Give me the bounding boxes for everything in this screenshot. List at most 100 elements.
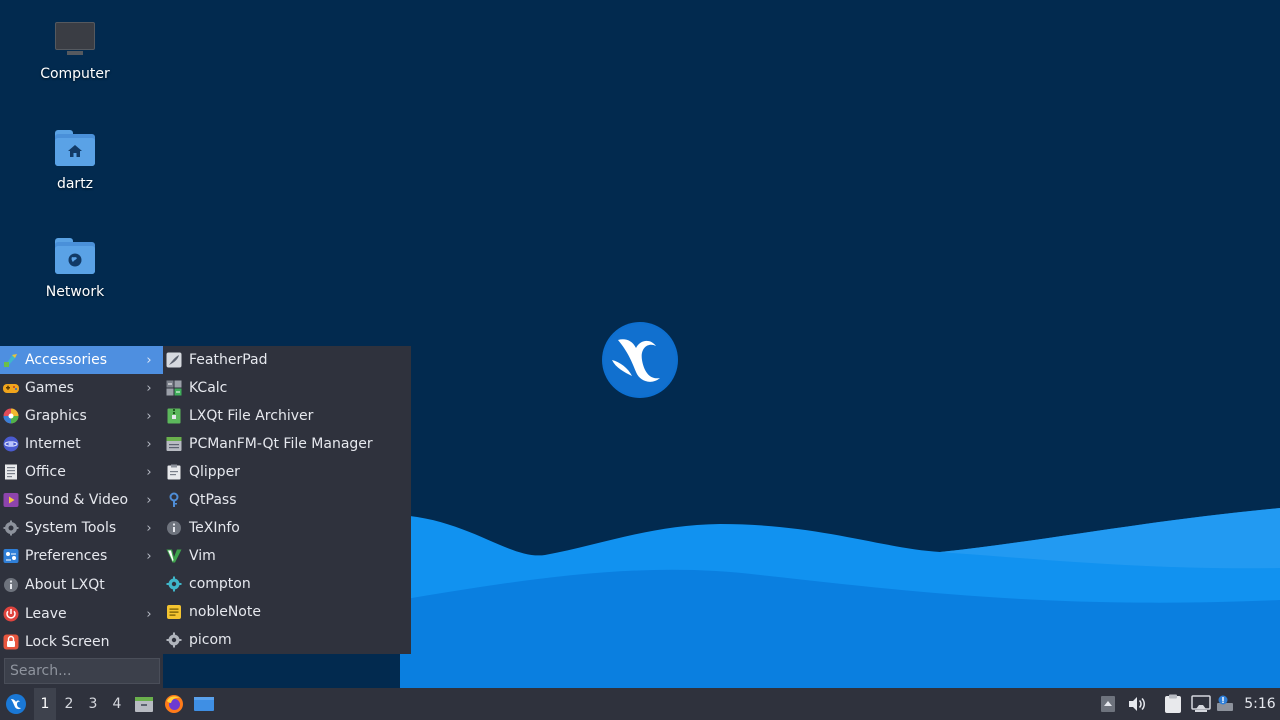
quicklaunch-archiver[interactable]	[132, 688, 156, 720]
workspace-label: 4	[112, 696, 122, 712]
kcalc-icon	[166, 380, 182, 396]
submenu-item-label: QtPass	[189, 492, 237, 508]
submenu-item-picom[interactable]: picom	[163, 626, 411, 654]
office-icon	[3, 464, 19, 480]
chevron-right-icon: ›	[146, 520, 152, 536]
menu-item-label: System Tools	[25, 520, 117, 536]
menu-item-leave[interactable]: Leave ›	[0, 600, 163, 628]
desktop-icon-network[interactable]: Network	[20, 236, 130, 300]
menu-item-office[interactable]: Office ›	[0, 458, 163, 486]
tray-volume-button[interactable]	[1126, 688, 1148, 720]
menu-item-label: Office	[25, 464, 66, 480]
menu-item-graphics[interactable]: Graphics ›	[0, 402, 163, 430]
tray-up-arrow-icon	[1101, 696, 1115, 712]
menu-item-preferences[interactable]: Preferences ›	[0, 542, 163, 570]
network-icon	[1191, 695, 1211, 712]
submenu-item-label: TeXInfo	[189, 520, 240, 536]
menu-item-games[interactable]: Games ›	[0, 374, 163, 402]
start-menu-button[interactable]	[2, 688, 30, 720]
workspace-label: 1	[40, 696, 50, 712]
accessories-submenu: FeatherPad KCalc LXQt File Archiver PCMa…	[163, 346, 411, 654]
computer-icon	[54, 18, 96, 60]
workspace-button-2[interactable]: 2	[58, 688, 80, 720]
taskbar: 1 2 3 4 5:16	[0, 688, 1280, 720]
submenu-item-pcmanfm-qt[interactable]: PCManFM-Qt File Manager	[163, 430, 411, 458]
submenu-item-lxqt-file-archiver[interactable]: LXQt File Archiver	[163, 402, 411, 430]
power-icon	[3, 606, 19, 622]
chevron-right-icon: ›	[146, 380, 152, 396]
desktop-icon-label: Computer	[40, 66, 110, 82]
menu-item-label: Sound & Video	[25, 492, 129, 508]
sound-video-icon	[3, 492, 19, 508]
workspace-button-3[interactable]: 3	[82, 688, 104, 720]
tray-updates-button[interactable]	[1214, 688, 1236, 720]
menu-item-label: Games	[25, 380, 74, 396]
submenu-item-texinfo[interactable]: TeXInfo	[163, 514, 411, 542]
chevron-right-icon: ›	[146, 464, 152, 480]
qlipper-icon	[166, 464, 182, 480]
desktop-icon-home[interactable]: dartz	[20, 128, 130, 192]
quicklaunch-firefox[interactable]	[162, 688, 186, 720]
featherpad-icon	[166, 352, 182, 368]
file-manager-icon	[166, 436, 182, 452]
desktop-icon	[194, 697, 214, 711]
quicklaunch-show-desktop[interactable]	[192, 688, 216, 720]
volume-icon	[1129, 697, 1145, 711]
menu-item-sound-video[interactable]: Sound & Video ›	[0, 486, 163, 514]
workspace-label: 3	[88, 696, 98, 712]
accessories-icon	[3, 352, 19, 368]
submenu-item-label: LXQt File Archiver	[189, 408, 314, 424]
lxqt-bird-logo	[602, 322, 678, 398]
menu-item-label: Accessories	[25, 352, 108, 368]
application-menu: Accessories › Games › Graphics › Interne…	[0, 346, 163, 688]
submenu-item-label: picom	[189, 632, 232, 648]
menu-search-input[interactable]	[4, 658, 160, 684]
network-folder-icon	[54, 236, 96, 278]
lock-icon	[3, 634, 19, 650]
internet-icon	[3, 436, 19, 452]
chevron-right-icon: ›	[146, 352, 152, 368]
compton-icon	[166, 576, 182, 592]
menu-item-about-lxqt[interactable]: About LXQt	[0, 571, 163, 599]
chevron-right-icon: ›	[146, 606, 152, 622]
tray-volume-control[interactable]	[1098, 688, 1118, 720]
vim-icon	[166, 548, 182, 564]
picom-icon	[166, 632, 182, 648]
menu-item-accessories[interactable]: Accessories ›	[0, 346, 163, 374]
submenu-item-kcalc[interactable]: KCalc	[163, 374, 411, 402]
submenu-item-qtpass[interactable]: QtPass	[163, 486, 411, 514]
update-notification-icon	[1217, 695, 1233, 711]
submenu-item-label: KCalc	[189, 380, 228, 396]
workspace-button-1[interactable]: 1	[34, 688, 56, 720]
desktop-icon-label: Network	[45, 284, 105, 300]
submenu-item-compton[interactable]: compton	[163, 570, 411, 598]
submenu-item-label: Vim	[189, 548, 216, 564]
workspace-button-4[interactable]: 4	[106, 688, 128, 720]
qtpass-icon	[166, 492, 182, 508]
home-folder-icon	[54, 128, 96, 170]
desktop-icon-label: dartz	[56, 176, 94, 192]
system-tools-icon	[3, 520, 19, 536]
submenu-item-qlipper[interactable]: Qlipper	[163, 458, 411, 486]
clock[interactable]: 5:16	[1240, 688, 1280, 720]
menu-item-label: Internet	[25, 436, 81, 452]
menu-item-label: Graphics	[25, 408, 87, 424]
menu-item-internet[interactable]: Internet ›	[0, 430, 163, 458]
submenu-item-label: nobleNote	[189, 604, 261, 620]
tray-clipboard-button[interactable]	[1162, 688, 1184, 720]
submenu-item-label: FeatherPad	[189, 352, 268, 368]
menu-item-label: About LXQt	[25, 577, 105, 593]
desktop-icon-computer[interactable]: Computer	[20, 18, 130, 82]
menu-item-system-tools[interactable]: System Tools ›	[0, 514, 163, 542]
chevron-right-icon: ›	[146, 492, 152, 508]
submenu-item-vim[interactable]: Vim	[163, 542, 411, 570]
chevron-right-icon: ›	[146, 548, 152, 564]
menu-item-label: Leave	[25, 606, 67, 622]
workspace-label: 2	[64, 696, 74, 712]
tray-network-button[interactable]	[1190, 688, 1212, 720]
texinfo-icon	[166, 520, 182, 536]
submenu-item-noblenote[interactable]: nobleNote	[163, 598, 411, 626]
submenu-item-featherpad[interactable]: FeatherPad	[163, 346, 411, 374]
info-icon	[3, 577, 19, 593]
menu-item-lock-screen[interactable]: Lock Screen	[0, 628, 163, 656]
